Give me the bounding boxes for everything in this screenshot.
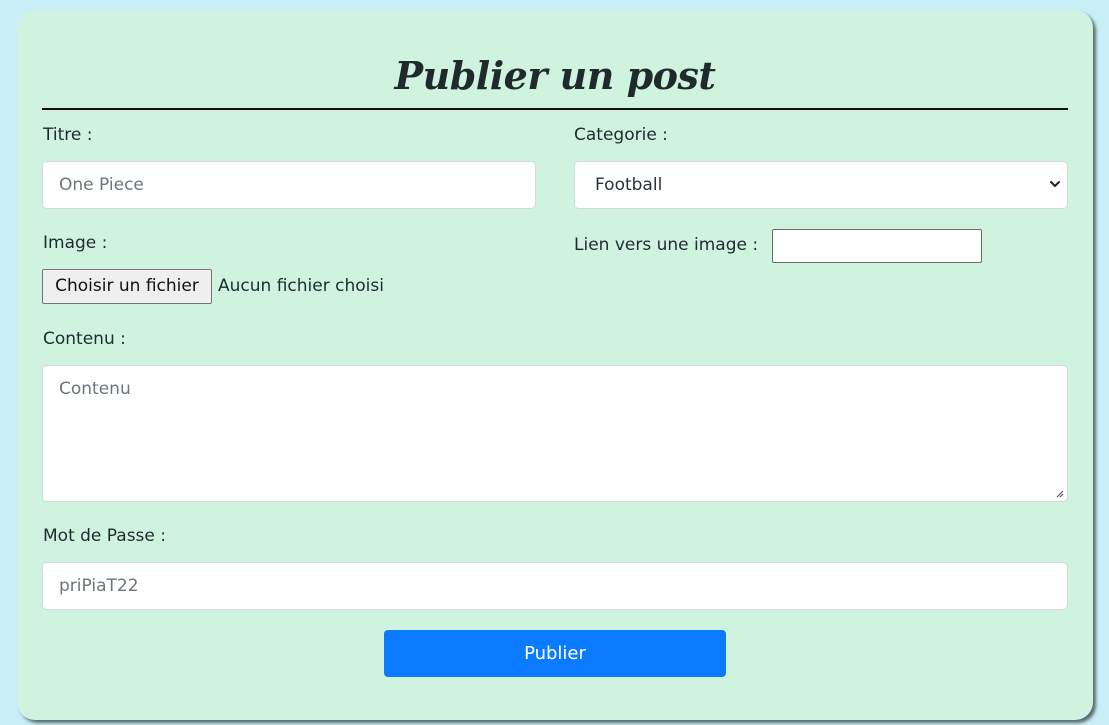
contenu-label: Contenu : bbox=[43, 329, 126, 349]
titre-label: Titre : bbox=[43, 125, 93, 145]
choose-file-button[interactable]: Choisir un fichier bbox=[42, 269, 212, 304]
publish-button[interactable]: Publier bbox=[384, 630, 726, 677]
title-divider bbox=[42, 108, 1068, 110]
contenu-placeholder: Contenu bbox=[59, 379, 131, 399]
password-label: Mot de Passe : bbox=[43, 526, 167, 546]
image-link-input[interactable] bbox=[772, 229, 982, 263]
image-label: Image : bbox=[43, 233, 108, 253]
titre-input[interactable]: One Piece bbox=[42, 161, 536, 209]
categorie-label: Categorie : bbox=[574, 125, 668, 145]
image-link-label: Lien vers une image : bbox=[574, 235, 759, 255]
post-form-card: Publier un post Titre : One Piece Catego… bbox=[17, 10, 1093, 720]
file-status-text: Aucun fichier choisi bbox=[218, 276, 384, 296]
contenu-textarea[interactable]: Contenu bbox=[42, 365, 1068, 502]
chevron-down-icon bbox=[1050, 181, 1060, 187]
password-input[interactable]: priPiaT22 bbox=[42, 562, 1068, 610]
categorie-select[interactable]: Football bbox=[574, 161, 1068, 209]
titre-placeholder: One Piece bbox=[59, 175, 144, 195]
categorie-selected-value: Football bbox=[595, 175, 663, 195]
resize-handle-icon[interactable] bbox=[1054, 488, 1064, 498]
password-value: priPiaT22 bbox=[59, 576, 139, 596]
form-title: Publier un post bbox=[394, 53, 716, 98]
